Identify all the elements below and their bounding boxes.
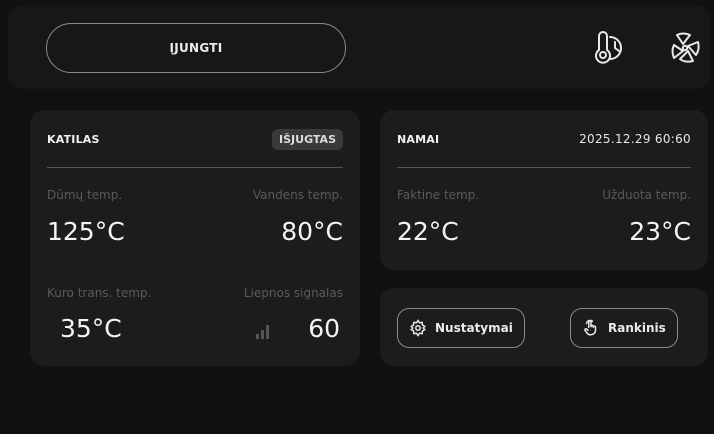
home-title: NAMAI: [397, 132, 440, 146]
home-card: NAMAI 2025.12.29 60:60 Faktine temp. 22°…: [380, 110, 708, 270]
set-temp-value: 23°C: [629, 217, 691, 246]
datetime: 2025.12.29 60:60: [579, 132, 691, 146]
actual-temp-label: Faktine temp.: [397, 188, 480, 202]
signal-icon: [256, 325, 272, 339]
manual-label: Rankinis: [608, 321, 666, 335]
boiler-title: KATILAS: [47, 132, 100, 146]
manual-button[interactable]: Rankinis: [570, 308, 678, 348]
flame-signal-value: 60: [308, 314, 340, 343]
flue-temp-value: 125°C: [47, 217, 125, 246]
set-temp-label: Užduota temp.: [602, 188, 691, 202]
actual-temp-value: 22°C: [397, 217, 459, 246]
status-badge: IŠJUGTAS: [272, 128, 343, 150]
thermometer-clock-icon[interactable]: [590, 28, 628, 66]
top-bar: ĮJUNGTI: [8, 5, 710, 89]
hand-pointer-icon: [584, 319, 597, 336]
settings-button[interactable]: Nustatymai: [397, 308, 525, 348]
flame-signal-label: Liepnos signalas: [243, 286, 343, 300]
gear-icon: [410, 319, 426, 337]
fuel-temp-label: Kuro trans. temp.: [47, 286, 152, 300]
power-on-button[interactable]: ĮJUNGTI: [46, 23, 346, 73]
boiler-card: KATILAS IŠJUGTAS Dūmų temp. 125°C Vanden…: [30, 110, 360, 366]
settings-label: Nustatymai: [435, 321, 513, 335]
actions-card: Nustatymai Rankinis: [380, 288, 708, 366]
divider: [397, 167, 691, 168]
fan-icon[interactable]: [666, 28, 704, 66]
water-temp-value: 80°C: [281, 217, 343, 246]
divider: [47, 167, 343, 168]
water-temp-label: Vandens temp.: [252, 188, 343, 202]
flue-temp-label: Dūmų temp.: [47, 188, 123, 202]
fuel-temp-value: 35°C: [60, 314, 122, 343]
